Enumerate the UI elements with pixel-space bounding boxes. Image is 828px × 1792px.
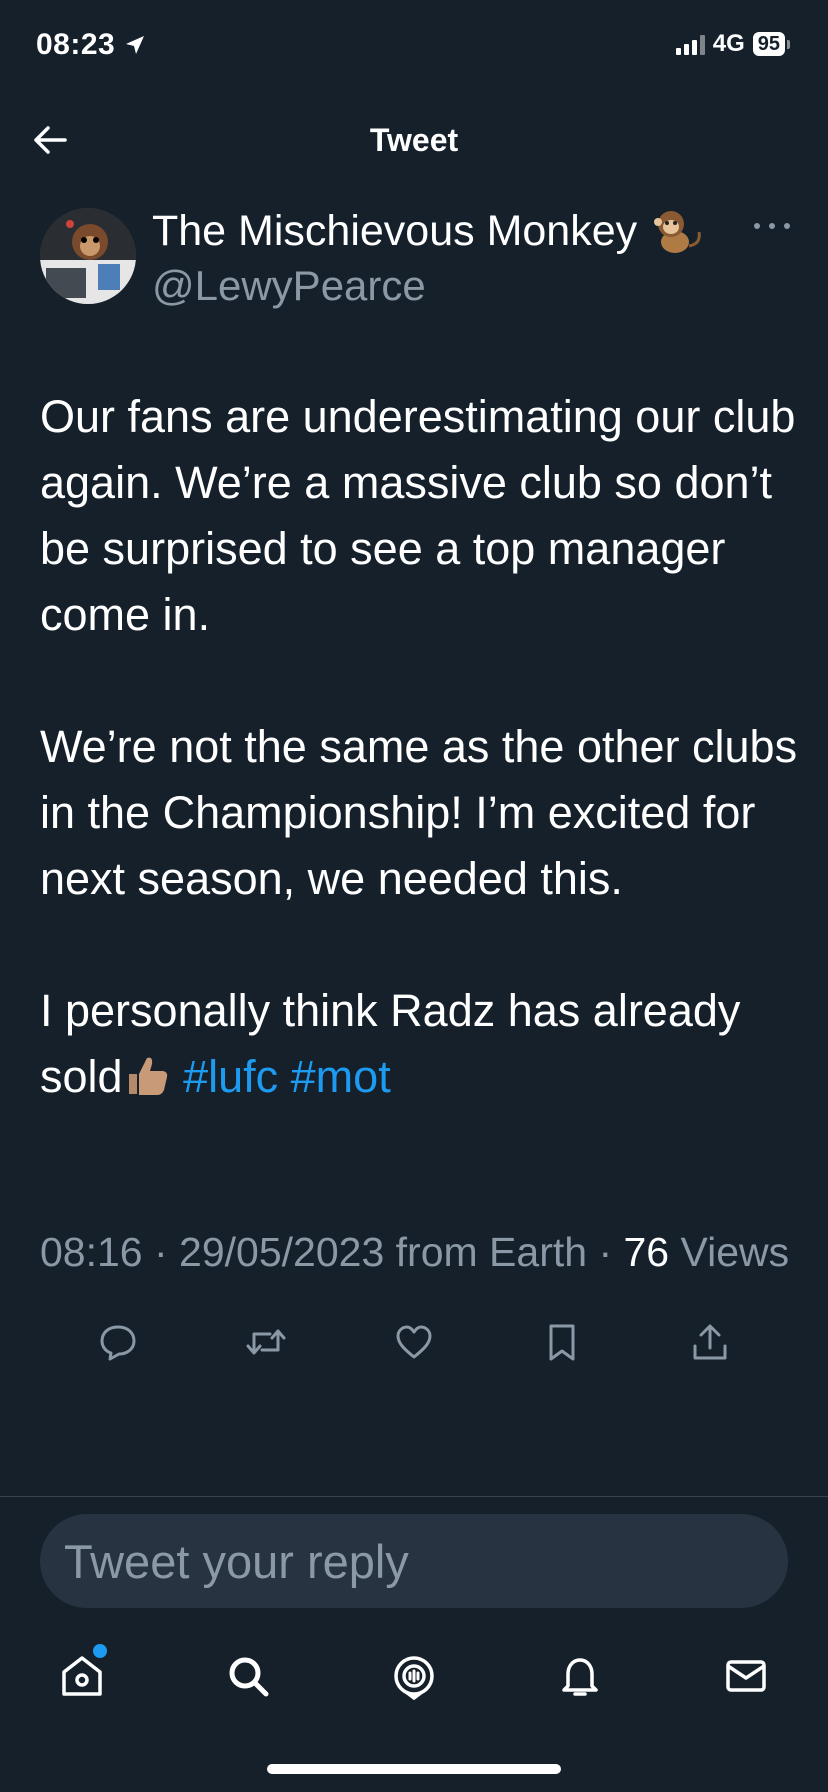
tweet-paragraph-1: Our fans are underestimating our club ag… (40, 391, 796, 640)
tweet-meta: 08:16 · 29/05/2023 from Earth · 76 Views (40, 1229, 790, 1275)
avatar-image (40, 208, 136, 304)
bookmark-icon (549, 1324, 575, 1361)
page-title: Tweet (369, 122, 459, 158)
status-bar-time: 08:23 (36, 28, 147, 62)
views-count: 76 (623, 1229, 670, 1275)
location-arrow-icon (126, 36, 145, 54)
more-horizontal-icon (754, 223, 760, 229)
avatar[interactable] (40, 208, 136, 304)
network-label: 4G (712, 30, 745, 57)
views-label: Views (680, 1229, 790, 1275)
nav-spaces[interactable] (384, 1646, 444, 1706)
author-handle[interactable]: @LewyPearce (152, 262, 426, 310)
tweet-paragraph-3: I personally think Radz has already sold… (40, 978, 800, 1116)
heart-icon (396, 1325, 432, 1359)
share-icon (693, 1324, 727, 1360)
hashtag-mot[interactable]: #mot (291, 1051, 391, 1102)
monkey-emoji-icon (654, 211, 701, 253)
tweet-date: 29/05/2023 (179, 1229, 385, 1275)
reply-input[interactable]: Tweet your reply (40, 1514, 788, 1608)
mail-icon (726, 1660, 766, 1692)
nav-messages[interactable] (716, 1646, 776, 1706)
status-bar-indicators: 4G 95 (675, 30, 790, 58)
tweet-text: Our fans are underestimating our club ag… (40, 384, 800, 1116)
reply-icon (100, 1325, 136, 1361)
home-indicator (267, 1764, 561, 1774)
battery-level: 95 (752, 32, 785, 56)
nav-search[interactable] (218, 1646, 278, 1706)
signal-bars-icon (675, 33, 705, 55)
share-button[interactable] (680, 1318, 740, 1366)
tweet-time: 08:16 (40, 1229, 143, 1275)
retweet-button[interactable] (236, 1318, 296, 1366)
battery-icon: 95 (752, 32, 790, 56)
bell-icon (562, 1658, 598, 1696)
spaces-icon (394, 1656, 434, 1700)
display-name-text: The Mischievous Monkey (152, 206, 638, 255)
hashtag-lufc[interactable]: #lufc (183, 1051, 278, 1102)
more-options-button[interactable] (754, 214, 790, 238)
home-icon (62, 1656, 102, 1696)
author-display-name[interactable]: The Mischievous Monkey (152, 206, 705, 256)
reply-placeholder: Tweet your reply (64, 1534, 409, 1588)
tweet-paragraph-2: We’re not the same as the other clubs in… (40, 721, 798, 904)
home-notification-dot (93, 1644, 107, 1658)
divider (0, 1496, 828, 1497)
thumbs-up-emoji-icon (125, 1050, 171, 1116)
retweet-icon (246, 1329, 286, 1355)
tweet-source: from Earth (395, 1229, 588, 1275)
status-time-text: 08:23 (36, 28, 116, 61)
like-button[interactable] (384, 1318, 444, 1366)
search-icon (229, 1657, 269, 1697)
bookmark-button[interactable] (532, 1318, 592, 1366)
reply-button[interactable] (88, 1318, 148, 1366)
nav-notifications[interactable] (550, 1646, 610, 1706)
